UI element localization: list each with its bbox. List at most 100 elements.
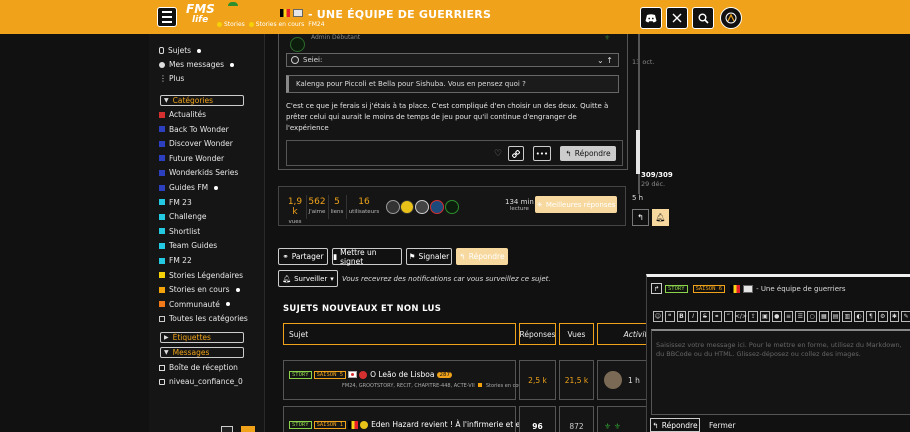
sidebar-category-item[interactable]: Team Guides: [159, 241, 217, 250]
reply-arrow-icon[interactable]: ↱: [651, 283, 662, 294]
best-answers-button[interactable]: ☀ Meilleures réponses: [535, 196, 617, 213]
topic-reply-button[interactable]: ↰ Répondre: [456, 248, 508, 265]
x-icon[interactable]: [666, 7, 688, 29]
sidebar-category-item[interactable]: Back To Wonder: [159, 125, 229, 134]
table-row[interactable]: STORY SAISON 5 O Leão de Lisboa 287 FM24…: [283, 360, 526, 400]
sidebar-category-item[interactable]: Toutes les catégories: [159, 314, 248, 323]
more-icon[interactable]: ✎: [901, 311, 910, 322]
more-actions-button[interactable]: •••: [533, 146, 551, 161]
stat-liens[interactable]: 5 liens: [328, 197, 346, 215]
col-header-sujet[interactable]: Sujet: [283, 323, 516, 345]
section-messages-toggle[interactable]: ▼ Messages: [160, 347, 244, 358]
sidebar-category-item[interactable]: Challenge: [159, 212, 207, 221]
topic-link[interactable]: O Leão de Lisboa: [370, 370, 434, 379]
unread-badge: 287: [437, 371, 452, 378]
composer-close-button[interactable]: Fermer: [709, 421, 735, 430]
site-logo[interactable]: FMS life: [186, 3, 215, 26]
belgium-flag-icon: [730, 284, 741, 293]
composer-reply-button[interactable]: ↰ Répondre: [650, 418, 700, 432]
breadcrumb: Stories Stories en cours FM24: [217, 21, 325, 28]
quote-header[interactable]: Seiei: ⌄ ↑: [286, 53, 619, 67]
emoji-icon[interactable]: ☺: [653, 311, 663, 322]
sidebar-category-item[interactable]: Stories Légendaires: [159, 271, 243, 280]
reply-button[interactable]: ↰ Répondre: [560, 146, 616, 161]
user-icon[interactable]: ●: [771, 311, 782, 322]
stat-jaime: 562 J'aime: [308, 197, 326, 215]
sidebar-category-item[interactable]: Future Wonder: [159, 154, 224, 163]
sidebar-category-label: Back To Wonder: [169, 124, 229, 134]
sidebar-category-item[interactable]: FM 23: [159, 198, 192, 207]
japan-flag-icon: [348, 371, 358, 378]
sidebar-item-plus[interactable]: ⋮ Plus: [159, 74, 184, 83]
blockquote-icon[interactable]: ”: [723, 311, 734, 322]
col-header-reponses[interactable]: Réponses: [519, 323, 556, 345]
participant-avatar[interactable]: [445, 200, 459, 214]
sidebar-footer-toggle[interactable]: [241, 426, 255, 432]
sidebar-category-item[interactable]: Discover Wonder: [159, 139, 233, 148]
bold-icon[interactable]: B: [676, 311, 687, 322]
link-button[interactable]: [508, 146, 524, 161]
italic-icon[interactable]: I: [688, 311, 699, 322]
eye-slash-icon[interactable]: ◐: [854, 311, 865, 322]
discord-icon[interactable]: [640, 7, 662, 29]
participant-avatar[interactable]: [415, 200, 429, 214]
chat-icon[interactable]: ○: [807, 311, 817, 322]
composer-textarea[interactable]: Saisissez votre message ici. Pour le met…: [651, 329, 910, 415]
notification-level-dropdown[interactable]: 🔔︎ Surveiller ▾: [278, 270, 338, 287]
tag-list: FM24, GROOTSTORY, RECIT, CHAPITRE-448, A…: [342, 383, 475, 389]
table-row[interactable]: STORY SAISON 1 Eden Hazard revient ! À l…: [283, 406, 525, 432]
poster-avatar[interactable]: [604, 371, 622, 389]
sidebar-category-item[interactable]: Shortlist: [159, 227, 200, 236]
more-vertical-icon: ⋮: [159, 74, 167, 83]
sidebar-category-item[interactable]: Stories en cours: [159, 285, 240, 294]
image-icon[interactable]: ▣: [760, 311, 770, 322]
search-icon[interactable]: [692, 7, 714, 29]
table-icon[interactable]: ▦: [818, 311, 829, 322]
heart-icon[interactable]: ♡: [494, 149, 502, 159]
breadcrumb-stories[interactable]: Stories: [217, 21, 245, 28]
strikethrough-icon[interactable]: S: [700, 311, 710, 322]
format-icon[interactable]: ¶: [866, 311, 876, 322]
link-icon[interactable]: ⚭: [711, 311, 722, 322]
upload-icon[interactable]: ⇪: [748, 311, 759, 322]
flag-button[interactable]: ⚑ Signaler: [406, 248, 452, 265]
participant-avatar[interactable]: [386, 200, 400, 214]
breadcrumb-stories-en-cours[interactable]: Stories en cours: [248, 21, 304, 28]
timeline-notification-button[interactable]: 🔔︎: [652, 209, 669, 226]
avatar-icon[interactable]: [720, 7, 742, 29]
sidebar-item-inbox[interactable]: Boîte de réception: [159, 363, 238, 372]
share-button[interactable]: ⚭ Partager: [278, 248, 328, 265]
timeline-handle[interactable]: [636, 130, 640, 174]
section-etiquettes-toggle[interactable]: ▶ Étiquettes: [160, 332, 244, 343]
sidebar-item-mes-messages[interactable]: Mes messages: [159, 60, 234, 69]
gear-icon[interactable]: ⚙: [877, 311, 888, 322]
timeline-reply-button[interactable]: ↰: [632, 209, 649, 226]
sidebar-item-sujets[interactable]: Sujets: [159, 46, 202, 55]
sidebar-category-item[interactable]: Guides FM: [159, 183, 219, 192]
list-icon[interactable]: ≡: [783, 311, 794, 322]
col-header-vues[interactable]: Vues: [559, 323, 594, 345]
breadcrumb-tag-fm24[interactable]: FM24: [308, 21, 324, 28]
code-icon[interactable]: </>: [735, 311, 747, 322]
sidebar-category-item[interactable]: FM 22: [159, 256, 192, 265]
sidebar-item-niveau-confiance[interactable]: niveau_confiance_0: [159, 377, 243, 386]
section-categories-toggle[interactable]: ▼ Catégories: [160, 95, 244, 106]
stat-utilisateurs: 16 utilisateurs: [348, 197, 380, 215]
numbered-list-icon[interactable]: ☰: [795, 311, 806, 322]
participant-avatar[interactable]: [430, 200, 444, 214]
topic-link[interactable]: Eden Hazard revient ! À l'infirmerie et …: [371, 420, 525, 429]
trophy-icon: ☀: [536, 200, 543, 209]
participant-avatar[interactable]: [400, 200, 414, 214]
sidebar-category-item[interactable]: Wonderkids Series: [159, 168, 238, 177]
sidebar-category-item[interactable]: Communauté: [159, 300, 230, 309]
bookmark-button[interactable]: ▮ Mettre un signet: [332, 248, 402, 266]
quote-expand-icon[interactable]: ⌄ ↑: [597, 56, 613, 65]
hamburger-menu-button[interactable]: [157, 7, 177, 27]
calendar-icon[interactable]: ▤: [830, 311, 841, 322]
quote-icon[interactable]: ❝: [664, 311, 675, 322]
sidebar-category-item[interactable]: Actualités: [159, 110, 206, 119]
chart-icon[interactable]: ▥: [842, 311, 853, 322]
author-avatar[interactable]: [290, 37, 305, 52]
sidebar-footer-button[interactable]: [221, 426, 233, 432]
settings-icon[interactable]: ✱: [889, 311, 900, 322]
